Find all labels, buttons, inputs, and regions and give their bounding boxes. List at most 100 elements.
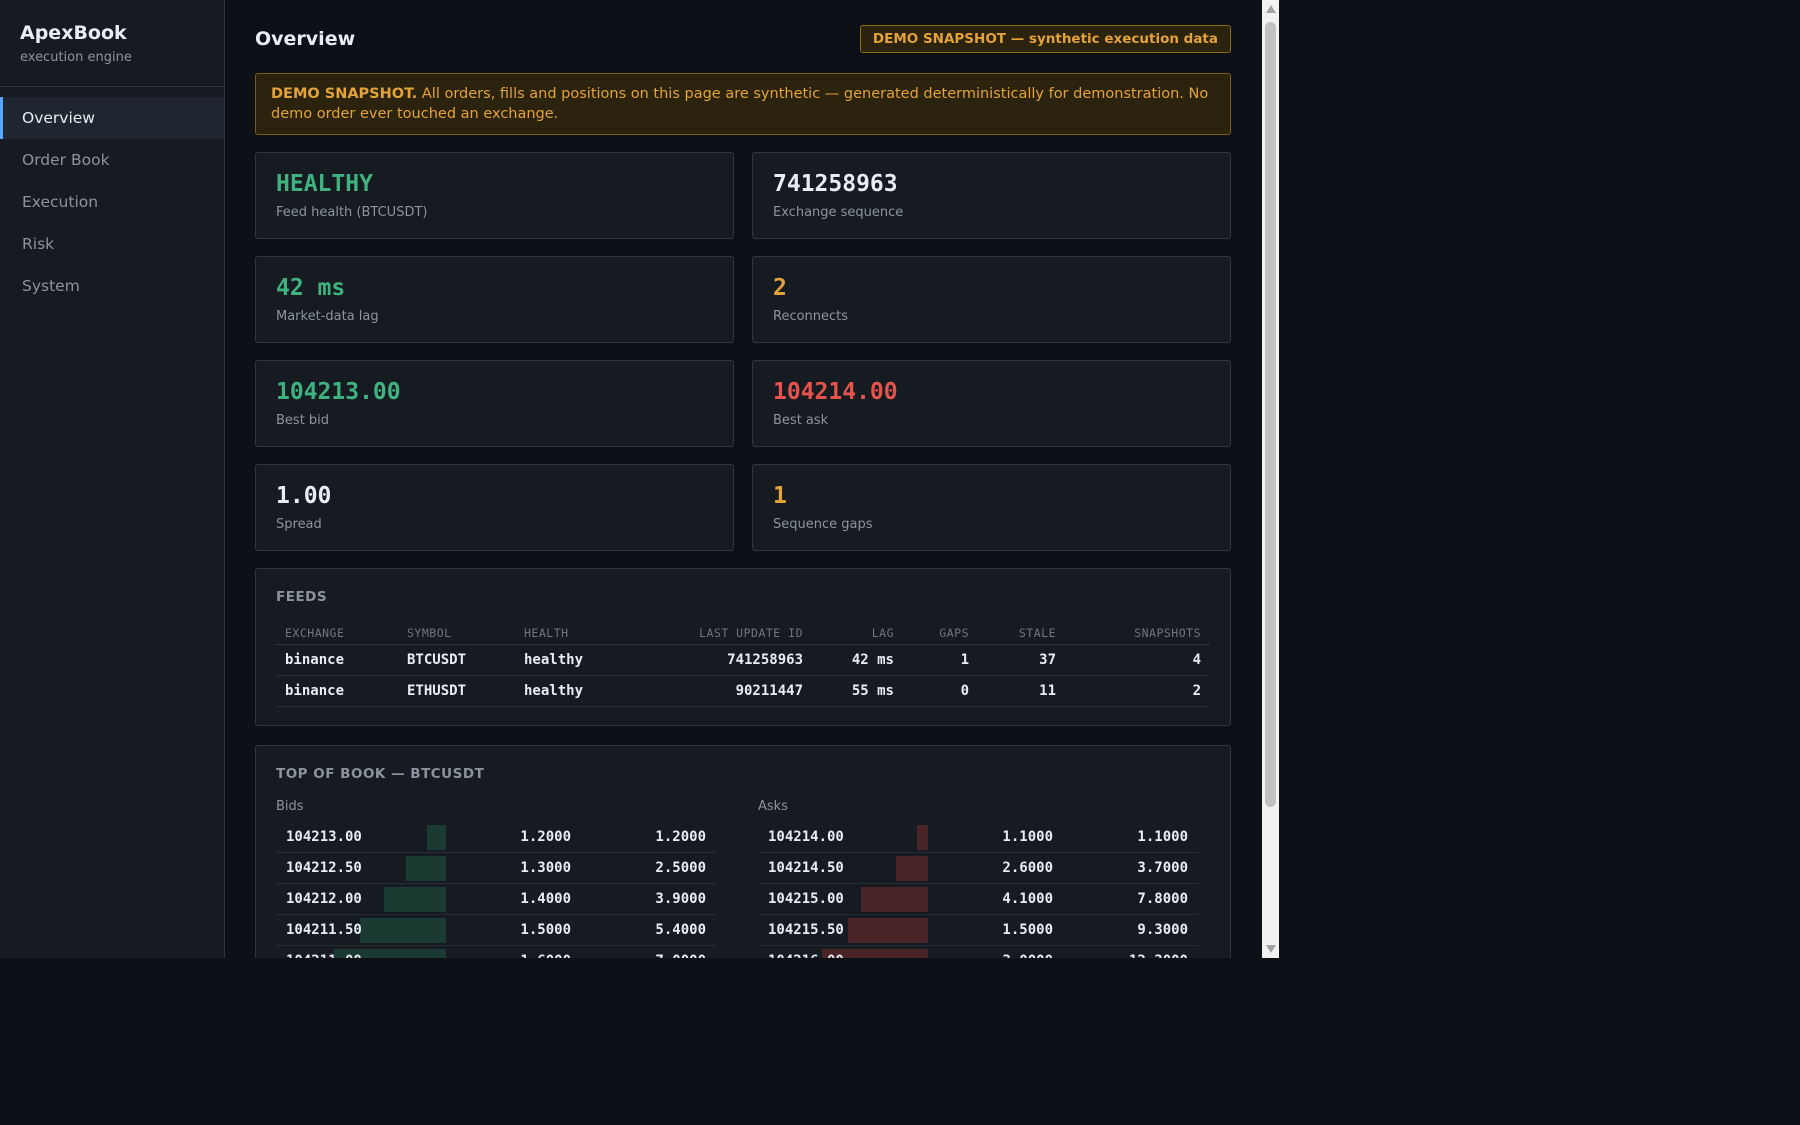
ask-price: 104214.00 [768,829,844,845]
column-header: GAPS [903,622,978,645]
cell-symbol: BTCUSDT [398,644,515,676]
card-label: Exchange sequence [773,205,904,220]
bid-depth-bar [360,918,446,943]
cell-snapshots: 4 [1065,644,1210,676]
bid-size: 1.5000 [520,922,571,938]
scrollbar-thumb[interactable] [1265,22,1276,807]
card-label: Sequence gaps [773,517,873,532]
cell-stale: 37 [978,644,1065,676]
card-label: Best bid [276,413,330,428]
card-exchange-sequence: 741258963 Exchange sequence [752,152,1231,239]
bid-cumulative: 7.0000 [655,946,706,958]
ask-cumulative: 7.8000 [1137,891,1188,907]
card-value: 42 ms [276,275,346,301]
cell-exchange: binance [276,644,398,676]
sidebar-item-overview[interactable]: Overview [0,97,224,139]
ask-depth-bar [861,887,928,912]
bid-size: 1.3000 [520,860,571,876]
feeds-panel: FEEDS EXCHANGE SYMBOL HEALTH LAST UPDATE… [255,568,1231,726]
card-label: Best ask [773,413,829,428]
cell-last-update-id: 741258963 [635,644,812,676]
scroll-up-arrow-icon[interactable] [1266,5,1276,13]
sidebar-item-system[interactable]: System [0,265,224,307]
cell-gaps: 0 [903,675,978,707]
ask-depth-bar [848,918,928,943]
card-spread: 1.00 Spread [255,464,734,551]
column-header: SYMBOL [398,622,515,645]
card-best-bid: 104213.00 Best bid [255,360,734,447]
column-header: HEALTH [515,622,635,645]
card-value: HEALTHY [276,171,373,197]
feeds-table: EXCHANGE SYMBOL HEALTH LAST UPDATE ID LA… [276,622,1210,707]
page-title: Overview [255,28,356,50]
card-value: 741258963 [773,171,898,197]
cell-symbol: ETHUSDT [398,675,515,707]
ask-price: 104214.50 [768,860,844,876]
card-feed-health: HEALTHY Feed health (BTCUSDT) [255,152,734,239]
asks-label: Asks [758,799,788,814]
app-window: ApexBook execution engine Overview Order… [0,0,1279,958]
ask-price: 104215.50 [768,922,844,938]
bid-size: 1.2000 [520,829,571,845]
card-sequence-gaps: 1 Sequence gaps [752,464,1231,551]
card-label: Feed health (BTCUSDT) [276,205,428,220]
cell-gaps: 1 [903,644,978,676]
brand-name: ApexBook [20,22,127,44]
cell-last-update-id: 90211447 [635,675,812,707]
ask-cumulative: 9.3000 [1137,922,1188,938]
ask-cumulative: 1.1000 [1137,829,1188,845]
card-market-data-lag: 42 ms Market-data lag [255,256,734,343]
card-reconnects: 2 Reconnects [752,256,1231,343]
column-header: SNAPSHOTS [1065,622,1210,645]
bid-row: 104211.50 1.5000 5.4000 [276,915,716,946]
bid-price: 104212.00 [286,891,362,907]
ask-row: 104215.50 1.5000 9.3000 [758,915,1198,946]
card-label: Reconnects [773,309,849,324]
brand-subtitle: execution engine [20,50,132,65]
bid-cumulative: 2.5000 [655,860,706,876]
card-value: 104213.00 [276,379,401,405]
table-header-row: EXCHANGE SYMBOL HEALTH LAST UPDATE ID LA… [276,622,1210,645]
column-header: LAST UPDATE ID [635,622,812,645]
demo-banner: DEMO SNAPSHOT. All orders, fills and pos… [255,73,1231,135]
column-header: LAG [812,622,903,645]
card-value: 2 [773,275,787,301]
card-value: 1 [773,483,787,509]
bid-price: 104213.00 [286,829,362,845]
demo-badge: DEMO SNAPSHOT — synthetic execution data [859,25,1231,53]
table-row: binance ETHUSDT healthy 90211447 55 ms 0… [276,675,1210,707]
bid-cumulative: 3.9000 [655,891,706,907]
card-label: Spread [276,517,322,532]
panel-title: FEEDS [276,589,328,605]
bid-depth-bar [406,856,446,881]
scroll-down-arrow-icon[interactable] [1266,945,1276,953]
cell-snapshots: 2 [1065,675,1210,707]
bid-price: 104211.00 [286,946,362,958]
bid-depth-bar [427,825,446,850]
ask-size: 1.5000 [1002,922,1053,938]
card-best-ask: 104214.00 Best ask [752,360,1231,447]
bid-row: 104211.00 1.6000 7.0000 [276,946,716,958]
sidebar-item-execution[interactable]: Execution [0,181,224,223]
sidebar-nav: Overview Order Book Execution Risk Syste… [0,97,224,307]
bid-price: 104212.50 [286,860,362,876]
panel-title: TOP OF BOOK — BTCUSDT [276,766,485,782]
ask-depth-bar [896,856,928,881]
card-label: Market-data lag [276,309,379,324]
ask-price: 104216.00 [768,946,844,958]
vertical-scrollbar[interactable] [1262,0,1279,958]
bid-price: 104211.50 [286,922,362,938]
ask-row: 104215.00 4.1000 7.8000 [758,884,1198,915]
bids-table: 104213.00 1.2000 1.2000 104212.50 1.3000 2.50… [276,822,716,958]
ask-row: 104216.00 3.0000 12.3000 [758,946,1198,958]
bid-row: 104212.50 1.3000 2.5000 [276,853,716,884]
sidebar-item-risk[interactable]: Risk [0,223,224,265]
ask-size: 2.6000 [1002,860,1053,876]
sidebar-item-order-book[interactable]: Order Book [0,139,224,181]
bids-label: Bids [276,799,304,814]
banner-strong: DEMO SNAPSHOT. [271,86,418,102]
ask-size: 1.1000 [1002,829,1053,845]
bid-cumulative: 5.4000 [655,922,706,938]
card-value: 1.00 [276,483,332,509]
card-value: 104214.00 [773,379,898,405]
